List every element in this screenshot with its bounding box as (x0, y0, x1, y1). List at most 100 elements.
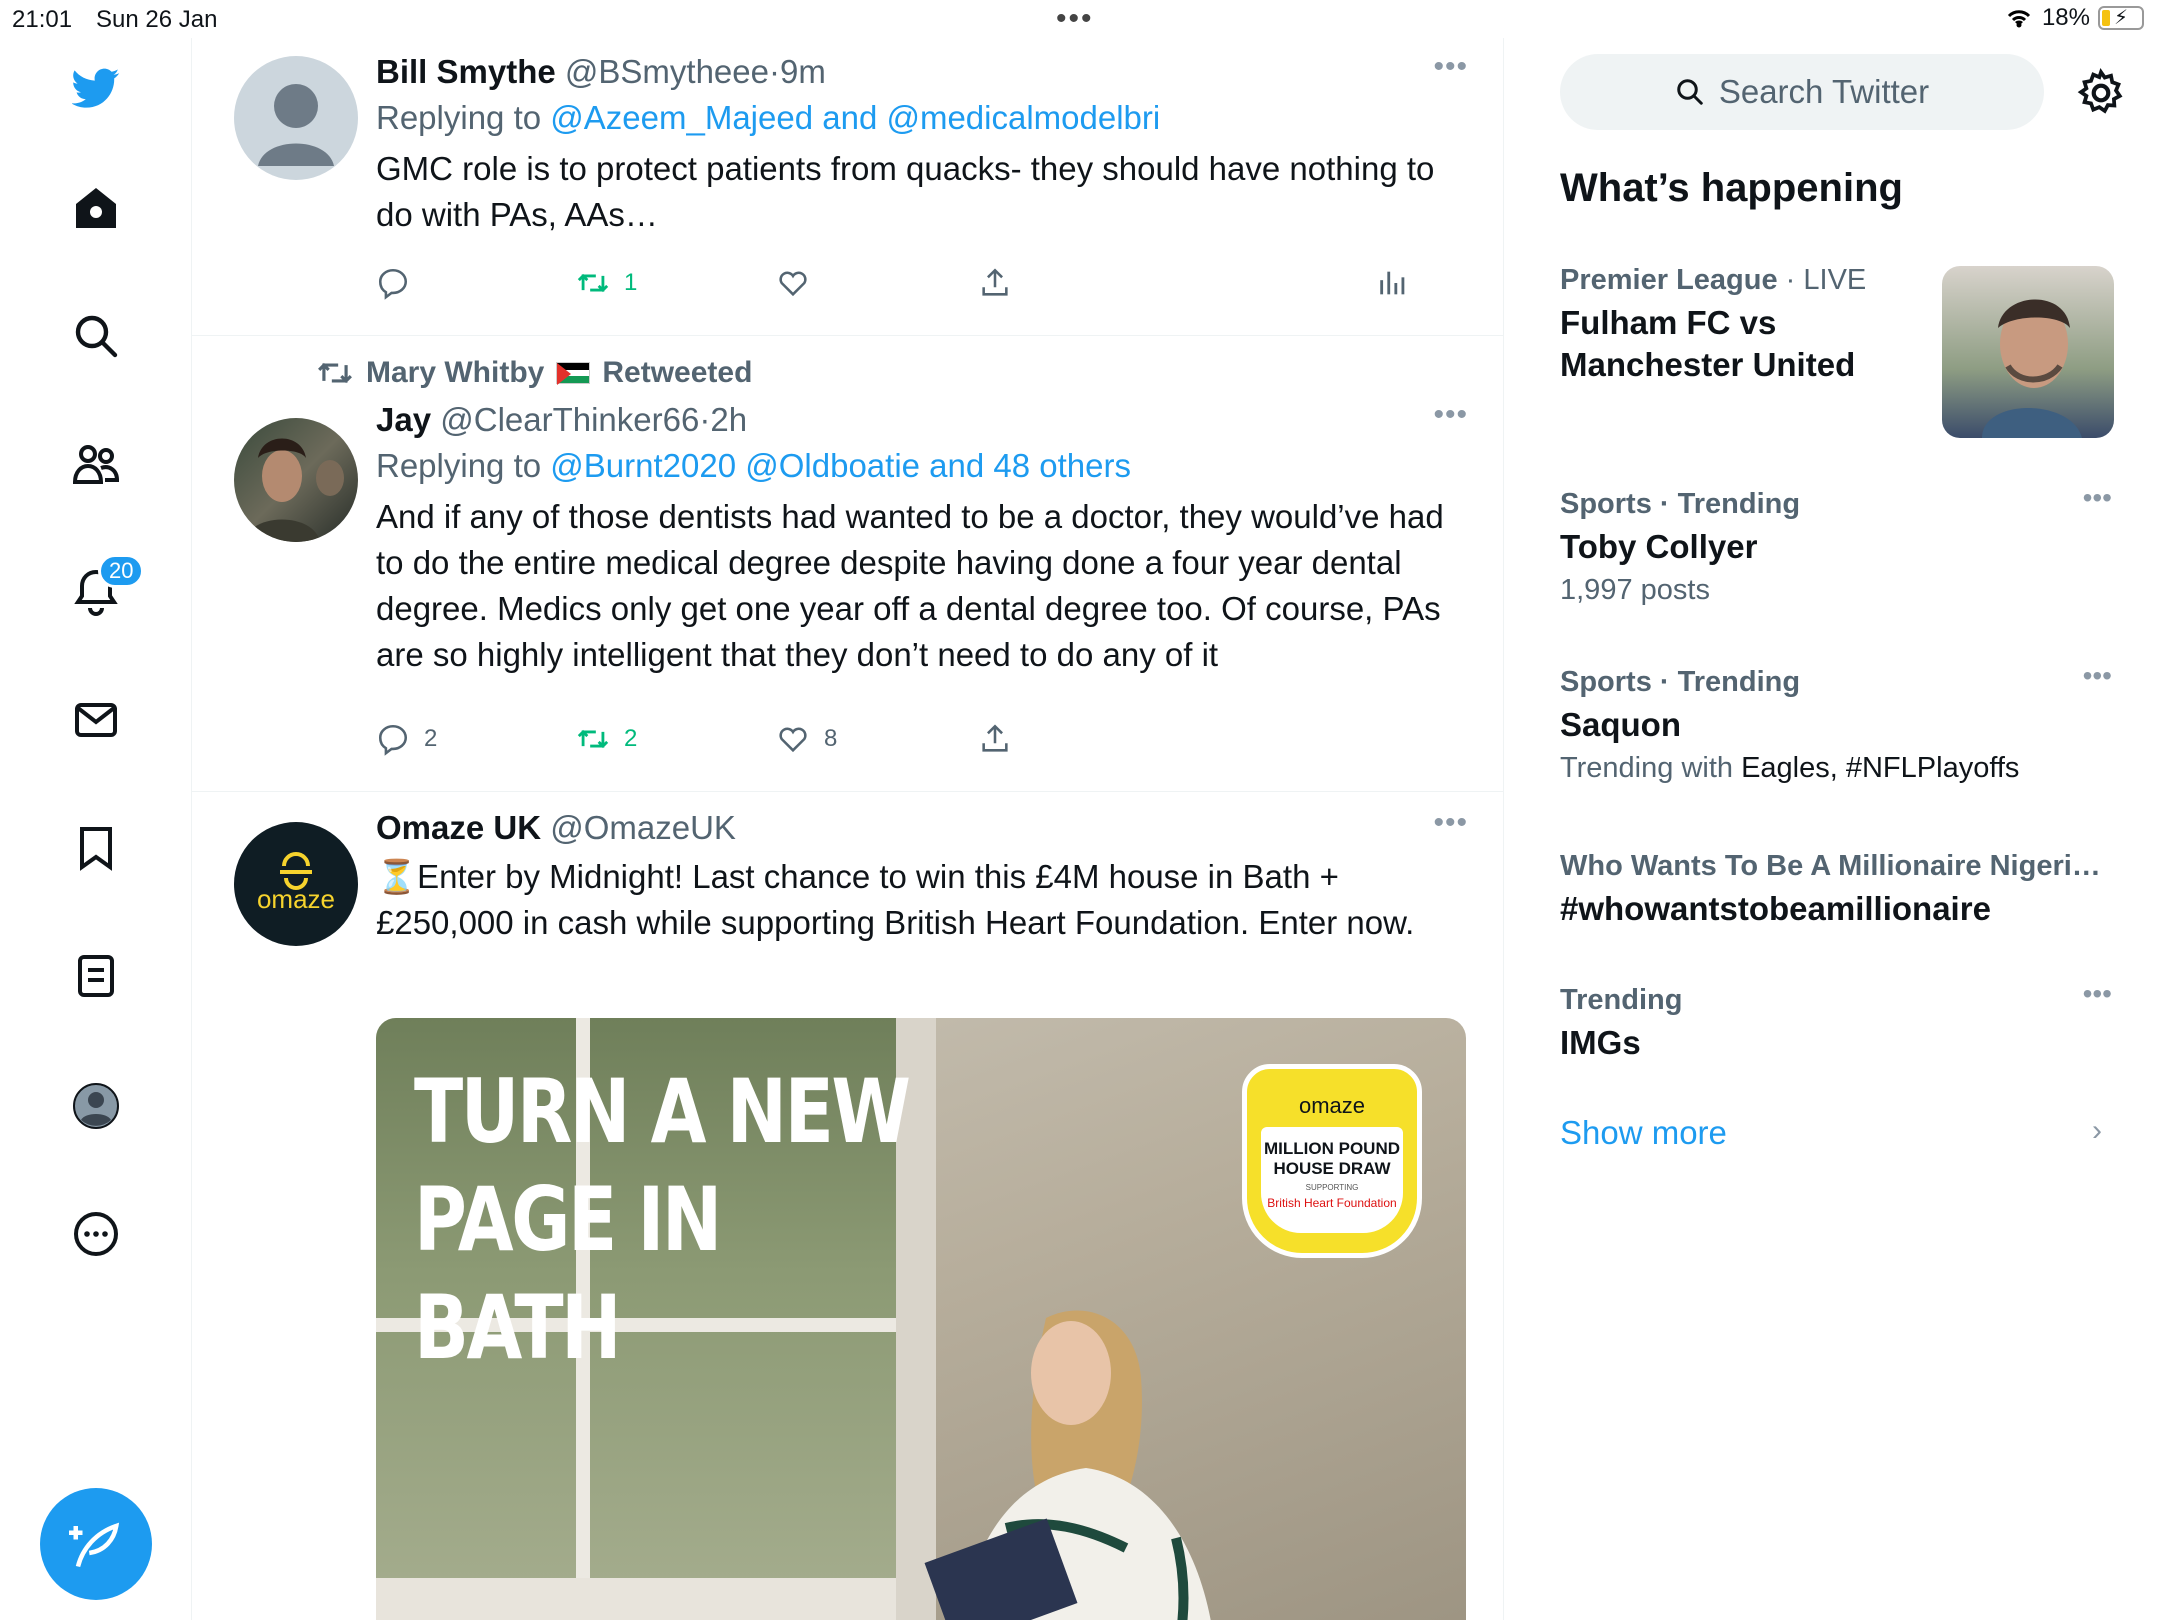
tweet-time[interactable]: 9m (780, 53, 826, 90)
replying-to-links[interactable]: @Burnt2020 @Oldboatie and 48 others (550, 447, 1131, 484)
retweet-button[interactable]: 2 (576, 722, 637, 756)
ad-headline-line: TURN A NEW (414, 1060, 911, 1163)
ad-image[interactable]: TURN A NEW PAGE IN BATH omaze MILLION PO… (376, 1018, 1466, 1620)
more-icon[interactable]: ••• (1433, 806, 1468, 840)
live-label: LIVE (1803, 264, 1867, 296)
trend-item[interactable]: Sports · Trending Toby Collyer 1,997 pos… (1560, 482, 2112, 612)
retweet-button[interactable]: 1 (576, 266, 637, 300)
share-icon (982, 268, 1008, 296)
compose-tweet-button[interactable] (40, 1488, 152, 1600)
trend-item[interactable]: Who Wants To Be A Millionaire Nigeri… #w… (1560, 844, 2112, 930)
chevron-right-icon[interactable]: › (2092, 1114, 2102, 1148)
retweeter-name[interactable]: Mary Whitby (366, 356, 544, 390)
retweet-icon (577, 273, 609, 293)
trend-context: Sports · Trending (1560, 488, 1801, 520)
battery-icon: ⚡ (2098, 6, 2144, 30)
timeline-feed: Bill Smythe @BSmytheee · 9m Replying to @A… (192, 38, 1504, 1620)
tweet-time[interactable]: 2h (710, 401, 747, 438)
notifications-badge: 20 (98, 554, 145, 588)
ad-headline-line: BATH (414, 1276, 621, 1379)
ad-headline-line: PAGE IN (414, 1168, 722, 1271)
reply-icon (378, 268, 408, 300)
author-handle[interactable]: @BSmytheee (565, 53, 769, 90)
author-name[interactable]: Jay (376, 401, 431, 438)
separator-dot: · (699, 401, 711, 438)
communities-icon[interactable] (70, 438, 122, 490)
show-more-link[interactable]: Show more (1560, 1114, 1727, 1152)
more-options-icon[interactable] (70, 1208, 122, 1260)
status-time: 21:01 (12, 6, 73, 33)
more-icon[interactable]: ••• (1433, 50, 1468, 84)
reply-icon (378, 724, 408, 756)
trend-post-count: 1,997 posts (1560, 574, 1710, 606)
badge-title: MILLION POUND HOUSE DRAW (1264, 1139, 1400, 1178)
trend-title: IMGs (1560, 1024, 1641, 1061)
settings-gear-icon[interactable] (2076, 68, 2126, 118)
analytics-button[interactable] (1376, 266, 1410, 300)
trend-category: Premier League (1560, 264, 1778, 296)
messages-envelope-icon[interactable] (70, 694, 122, 746)
trend-item[interactable]: Trending IMGs ••• (1560, 978, 2112, 1064)
retweet-small-icon (318, 362, 352, 384)
separator-dot: · (1785, 264, 1796, 296)
trend-context: Who Wants To Be A Millionaire Nigeri… (1560, 850, 2101, 882)
retweeted-label: Retweeted (602, 356, 753, 389)
explore-search-icon[interactable] (70, 310, 122, 362)
replying-to: Replying to @Burnt2020 @Oldboatie and 48… (376, 442, 1456, 490)
trend-more-icon[interactable]: ••• (2083, 978, 2112, 1010)
fulham-manager-image[interactable] (1942, 266, 2114, 438)
home-icon[interactable] (70, 182, 122, 234)
retweet-count: 1 (624, 269, 638, 296)
tweet-bill-smythe[interactable]: Bill Smythe @BSmytheee·9m Replying to @A… (192, 38, 1503, 336)
badge-charity: British Heart Foundation (1267, 1196, 1397, 1210)
replying-to: Replying to @Azeem_Majeed and @medicalmo… (376, 94, 1456, 142)
author-handle[interactable]: @OmazeUK (550, 809, 736, 846)
badge-brand: omaze (1298, 1093, 1366, 1118)
trending-with-label: Trending with (1560, 752, 1734, 784)
trend-more-icon[interactable]: ••• (2083, 482, 2112, 514)
jay-avatar[interactable] (234, 418, 358, 542)
trending-with-tags[interactable]: Eagles, #NFLPlayoffs (1741, 752, 2019, 784)
search-icon (1677, 79, 1703, 105)
multitasking-dots-icon[interactable]: ••• (1056, 2, 1094, 36)
reply-button[interactable] (376, 266, 410, 300)
omaze-avatar[interactable]: omaze (234, 822, 358, 946)
trend-context: Sports · Trending (1560, 666, 1801, 698)
default-avatar-icon[interactable] (234, 56, 358, 180)
profile-avatar-icon[interactable] (70, 1080, 122, 1132)
tweet-text: ⏳Enter by Midnight! Last chance to win t… (376, 858, 1415, 941)
twitter-logo-icon[interactable] (70, 62, 122, 114)
author-handle[interactable]: @ClearThinker66 (440, 401, 699, 438)
trend-item[interactable]: Sports · Trending Saquon Trending with E… (1560, 660, 2112, 790)
status-date: Sun 26 Jan (96, 6, 218, 33)
like-button[interactable] (776, 266, 810, 300)
heart-icon (779, 727, 807, 753)
tweet-actions: 2 2 8 (376, 722, 1426, 766)
badge-supporting: SUPPORTING (1305, 1183, 1359, 1192)
trend-title: Fulham FC vs Manchester United (1560, 304, 1856, 383)
share-button[interactable] (978, 722, 1012, 756)
bookmarks-icon[interactable] (70, 822, 122, 874)
million-pound-house-draw-badge: omaze MILLION POUND HOUSE DRAW SUPPORTIN… (1242, 1064, 1422, 1258)
tweet-text: GMC role is to protect patients from qua… (376, 150, 1435, 233)
reply-button[interactable]: 2 (376, 722, 437, 756)
wifi-icon (2007, 10, 2031, 28)
heart-icon (779, 271, 807, 297)
share-button[interactable] (978, 266, 1012, 300)
trend-more-icon[interactable]: ••• (2083, 660, 2112, 692)
reply-count: 2 (424, 725, 438, 752)
share-icon (982, 724, 1008, 752)
author-name[interactable]: Omaze UK (376, 809, 541, 846)
ad-headline: TURN A NEW PAGE IN BATH (414, 1058, 911, 1382)
retweet-icon (577, 729, 609, 749)
lists-icon[interactable] (70, 950, 122, 1002)
search-input[interactable]: Search Twitter (1560, 54, 2044, 130)
woman-reading-image (924, 1310, 1211, 1620)
left-navigation: 20 (0, 38, 192, 1620)
replying-to-links[interactable]: @Azeem_Majeed and @medicalmodelbri (550, 99, 1160, 136)
like-button[interactable]: 8 (776, 722, 837, 756)
more-icon[interactable]: ••• (1433, 398, 1468, 432)
replying-to-label: Replying to (376, 447, 542, 484)
tweet-jay[interactable]: Mary Whitby Retweeted Jay @ClearThinker6… (192, 336, 1503, 792)
author-name[interactable]: Bill Smythe (376, 53, 556, 90)
